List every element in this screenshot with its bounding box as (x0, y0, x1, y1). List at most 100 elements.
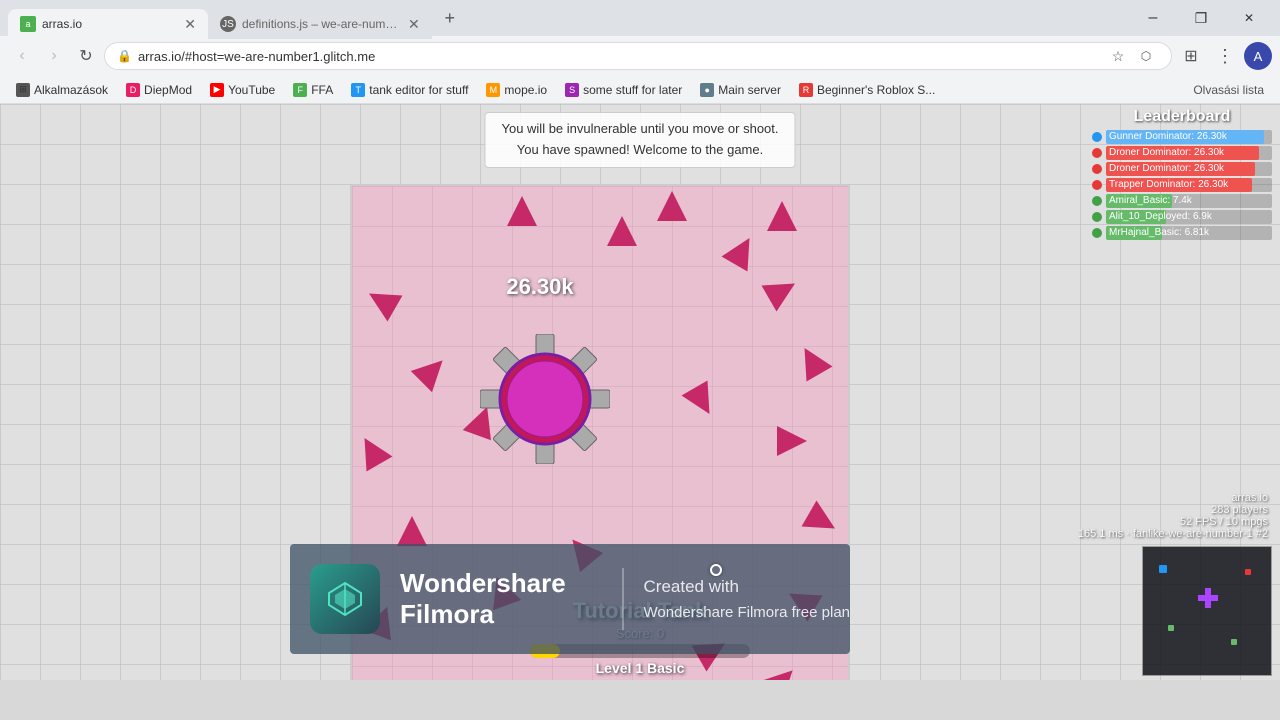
address-actions: ☆ ⬡ (1105, 43, 1159, 69)
filmora-overlay: Wondershare Filmora Created with Wonders… (290, 544, 850, 654)
filmora-subtitle: Wondershare Filmora free plan (644, 601, 850, 625)
lb-bar-wrap-6: MrHajnal_Basic: 6.81k (1106, 226, 1272, 240)
mope-icon: M (486, 83, 500, 97)
lb-item-6: MrHajnal_Basic: 6.81k (1092, 226, 1272, 240)
bookmark-roblox[interactable]: R Beginner's Roblox S... (791, 80, 943, 100)
tank-container: 26.30k (480, 334, 600, 454)
forward-button[interactable]: › (40, 42, 68, 70)
lb-item-0: Gunner Dominator: 26.30k (1092, 130, 1272, 144)
lb-dot-3 (1092, 180, 1102, 190)
ffa-icon: F (293, 83, 307, 97)
lb-name-5: Alit_10_Deployed: 6.9k (1109, 210, 1212, 224)
lb-bar-wrap-4: Amiral_Basic: 7.4k (1106, 194, 1272, 208)
stat-line4: 165.1 ms · fanlike-we-are-number-1 #2 (1078, 528, 1268, 540)
minimize-button[interactable]: – (1130, 0, 1176, 36)
address-bar-row: ‹ › ↻ 🔒 arras.io/#host=we-are-number1.gl… (0, 36, 1280, 76)
lb-bar-wrap-2: Droner Dominator: 26.30k (1106, 162, 1272, 176)
bookmark-label-ffa: FFA (311, 83, 333, 97)
lock-icon: 🔒 (117, 49, 132, 63)
tab-label-arras: arras.io (42, 17, 82, 31)
stat-line2: 283 players (1078, 504, 1268, 516)
tab-arras[interactable]: a arras.io ✕ (8, 9, 208, 39)
address-bar[interactable]: 🔒 arras.io/#host=we-are-number1.glitch.m… (104, 42, 1172, 70)
bookmark-mope[interactable]: M mope.io (478, 80, 555, 100)
bookmark-ffa[interactable]: F FFA (285, 80, 341, 100)
lb-dot-4 (1092, 196, 1102, 206)
bookmark-label-yt: YouTube (228, 83, 275, 97)
bookmark-label-main: Main server (718, 83, 781, 97)
stat-line3: 52 FPS / 10 mpgs (1078, 516, 1268, 528)
bookmark-diepmod[interactable]: D DiepMod (118, 80, 200, 100)
bookmarks-bar: ⊞ Alkalmazások D DiepMod ▶ YouTube F FFA… (0, 76, 1280, 104)
bookmark-label-stuff: some stuff for later (583, 83, 682, 97)
bookmark-main[interactable]: ● Main server (692, 80, 789, 100)
address-text: arras.io/#host=we-are-number1.glitch.me (138, 49, 1099, 64)
lb-item-3: Trapper Dominator: 26.30k (1092, 178, 1272, 192)
bookmark-stuff[interactable]: S some stuff for later (557, 80, 690, 100)
lb-name-0: Gunner Dominator: 26.30k (1109, 130, 1227, 144)
bookmark-tank[interactable]: T tank editor for stuff (343, 80, 476, 100)
filmora-right: Created with Wondershare Filmora free pl… (624, 573, 850, 624)
lb-dot-5 (1092, 212, 1102, 222)
bookmark-label-mope: mope.io (504, 83, 547, 97)
cast-button[interactable]: ⬡ (1133, 43, 1159, 69)
lb-name-2: Droner Dominator: 26.30k (1109, 162, 1224, 176)
tab-label-def: definitions.js – we-are-number1 (242, 17, 402, 31)
filmora-logo (310, 564, 380, 634)
restore-button[interactable]: ❐ (1178, 0, 1224, 36)
lb-dot-0 (1092, 132, 1102, 142)
lb-bar-wrap-1: Droner Dominator: 26.30k (1106, 146, 1272, 160)
lb-name-3: Trapper Dominator: 26.30k (1109, 178, 1228, 192)
window-controls: – ❐ ✕ (1130, 0, 1272, 36)
more-menu-button[interactable]: ⋮ (1210, 41, 1240, 71)
lb-name-4: Amiral_Basic: 7.4k (1109, 194, 1192, 208)
leaderboard-title: Leaderboard (1092, 108, 1272, 126)
main-icon: ● (700, 83, 714, 97)
stuff-icon: S (565, 83, 579, 97)
tab-favicon-arras: a (20, 16, 36, 32)
tab-definitions[interactable]: JS definitions.js – we-are-number1 ✕ (208, 9, 432, 39)
stat-line1: arras.io (1078, 492, 1268, 504)
tab-close-def[interactable]: ✕ (408, 16, 420, 33)
gear-svg (480, 334, 610, 464)
game-area[interactable]: 26.30k (0, 104, 1280, 680)
roblox-icon: R (799, 83, 813, 97)
lb-item-2: Droner Dominator: 26.30k (1092, 162, 1272, 176)
profile-button[interactable]: A (1244, 42, 1272, 70)
filmora-logo-svg (325, 579, 365, 619)
leaderboard: Leaderboard Gunner Dominator: 26.30k Dro… (1092, 108, 1272, 242)
lb-item-4: Amiral_Basic: 7.4k (1092, 194, 1272, 208)
lb-dot-6 (1092, 228, 1102, 238)
filmora-created-with: Created with (644, 573, 850, 600)
bookmark-youtube[interactable]: ▶ YouTube (202, 80, 283, 100)
spawn-message-line2: You have spawned! Welcome to the game. (501, 140, 778, 161)
bookmark-label-apps: Alkalmazások (34, 83, 108, 97)
bookmark-star[interactable]: ☆ (1105, 43, 1131, 69)
bookmark-label-roblox: Beginner's Roblox S... (817, 83, 935, 97)
filmora-brand-line2: Filmora (400, 599, 602, 630)
gear-body (480, 334, 600, 454)
bookmark-label-tank: tank editor for stuff (369, 83, 468, 97)
bookmark-apps[interactable]: ⊞ Alkalmazások (8, 80, 116, 100)
lb-item-1: Droner Dominator: 26.30k (1092, 146, 1272, 160)
extensions-button[interactable]: ⊞ (1176, 41, 1206, 71)
lb-name-1: Droner Dominator: 26.30k (1109, 146, 1224, 160)
lb-dot-2 (1092, 164, 1102, 174)
tank-score: 26.30k (506, 274, 573, 300)
tank-icon: T (351, 83, 365, 97)
spawn-message: You will be invulnerable until you move … (484, 112, 795, 168)
browser-chrome: a arras.io ✕ JS definitions.js – we-are-… (0, 0, 1280, 104)
bookmark-label-diepmod: DiepMod (144, 83, 192, 97)
tab-close-arras[interactable]: ✕ (184, 16, 196, 33)
level-display: Level 1 Basic (0, 660, 1280, 680)
reading-list-button[interactable]: Olvasási lista (1185, 80, 1272, 100)
apps-icon: ⊞ (16, 83, 30, 97)
spawn-message-line1: You will be invulnerable until you move … (501, 119, 778, 140)
lb-dot-1 (1092, 148, 1102, 158)
close-button[interactable]: ✕ (1226, 0, 1272, 36)
diepmod-icon: D (126, 83, 140, 97)
refresh-button[interactable]: ↻ (72, 42, 100, 70)
lb-bar-wrap-3: Trapper Dominator: 26.30k (1106, 178, 1272, 192)
new-tab-button[interactable]: + (436, 4, 464, 32)
back-button[interactable]: ‹ (8, 42, 36, 70)
